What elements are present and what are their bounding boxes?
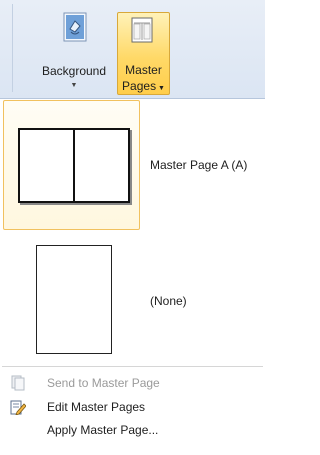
gallery-item-none[interactable]: [3, 238, 140, 358]
none-page-thumbnail: [36, 245, 112, 354]
gallery-item-label[interactable]: (None): [150, 294, 187, 308]
menu-divider: [2, 366, 263, 367]
edit-master-pages-icon: [10, 400, 26, 415]
send-to-master-page-menu-item[interactable]: Send to Master Page: [0, 372, 265, 394]
master-pages-label-line1: Master: [125, 63, 162, 77]
master-pages-label-text: Pages: [122, 79, 157, 93]
background-button-label: Background: [41, 64, 107, 78]
master-page-icon: [131, 17, 153, 43]
edit-master-pages-menu-item[interactable]: Edit Master Pages: [0, 396, 265, 418]
spread-divider: [73, 130, 75, 201]
apply-master-page-menu-item[interactable]: Apply Master Page...: [0, 419, 265, 441]
chevron-down-icon: ▼: [156, 85, 165, 92]
ribbon-group: Background ▼ Master Pages ▼: [0, 0, 265, 99]
background-button[interactable]: Background ▼: [32, 12, 116, 94]
master-page-a-thumbnail: [18, 128, 130, 203]
chevron-down-icon: ▼: [70, 82, 78, 89]
ribbon-separator: [12, 4, 13, 92]
master-pages-label-line2: Pages ▼: [118, 79, 169, 96]
menu-item-label: Apply Master Page...: [47, 423, 159, 437]
master-pages-button[interactable]: Master Pages ▼: [117, 12, 170, 95]
gallery-item-master-page-a[interactable]: [3, 100, 140, 230]
send-to-master-page-icon: [11, 375, 25, 391]
paint-bucket-icon: [63, 12, 87, 42]
gallery-item-label[interactable]: Master Page A (A): [150, 158, 247, 172]
menu-item-label: Edit Master Pages: [47, 400, 146, 414]
menu-item-label: Send to Master Page: [47, 376, 160, 390]
